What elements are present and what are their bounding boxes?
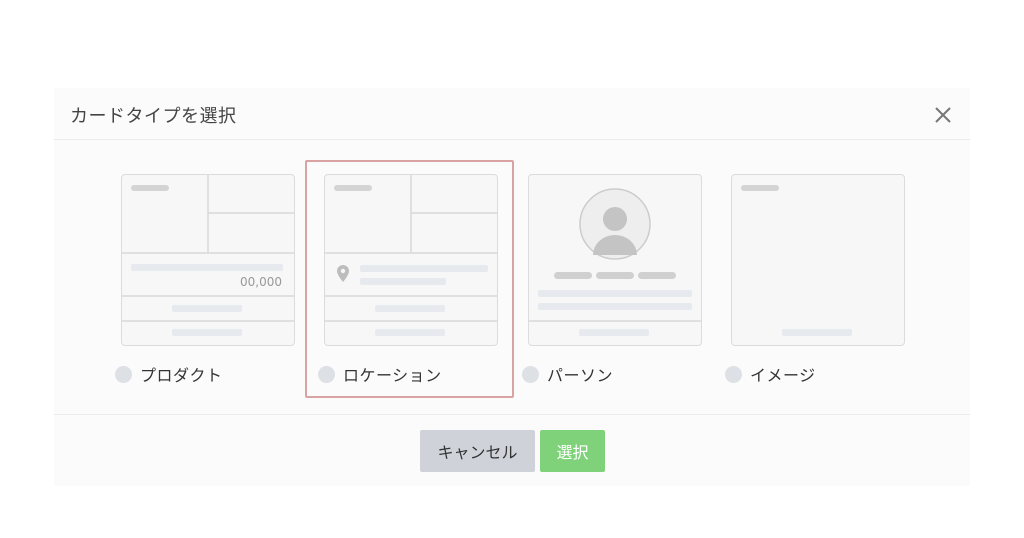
cancel-button[interactable]: キャンセル bbox=[420, 430, 535, 472]
person-card-illustration bbox=[529, 188, 701, 336]
location-card-illustration bbox=[325, 175, 497, 336]
product-card-preview[interactable]: 00,000 bbox=[121, 174, 295, 346]
option-product-radio-row[interactable]: プロダクト bbox=[115, 362, 305, 386]
dialog-title: カードタイプを選択 bbox=[70, 106, 237, 127]
location-radio[interactable] bbox=[318, 365, 335, 383]
product-card-illustration bbox=[122, 175, 294, 336]
price-placeholder: 00,000 bbox=[240, 275, 282, 289]
location-card-preview[interactable] bbox=[324, 174, 498, 346]
close-button[interactable] bbox=[930, 102, 956, 128]
option-person-radio-row[interactable]: パーソン bbox=[522, 362, 712, 386]
dialog-footer: キャンセル 選択 bbox=[54, 414, 970, 486]
card-type-dialog: カードタイプを選択 00,000 プロダクト ロケーション パーソン イメージ … bbox=[54, 88, 970, 486]
image-radio[interactable] bbox=[725, 365, 742, 383]
person-card-preview[interactable] bbox=[528, 174, 702, 346]
close-icon bbox=[935, 107, 951, 123]
image-card-illustration bbox=[741, 185, 852, 336]
option-location-label: ロケーション bbox=[343, 366, 442, 385]
option-product-label: プロダクト bbox=[140, 366, 223, 385]
map-pin-icon bbox=[337, 265, 349, 282]
product-radio[interactable] bbox=[115, 365, 132, 383]
select-button[interactable]: 選択 bbox=[540, 430, 605, 472]
option-location-radio-row[interactable]: ロケーション bbox=[318, 362, 508, 386]
person-radio[interactable] bbox=[522, 365, 539, 383]
option-person-label: パーソン bbox=[547, 366, 614, 385]
option-image-radio-row[interactable]: イメージ bbox=[725, 362, 915, 386]
option-image-label: イメージ bbox=[750, 366, 816, 385]
dialog-header: カードタイプを選択 bbox=[54, 88, 970, 140]
image-card-preview[interactable] bbox=[731, 174, 905, 346]
